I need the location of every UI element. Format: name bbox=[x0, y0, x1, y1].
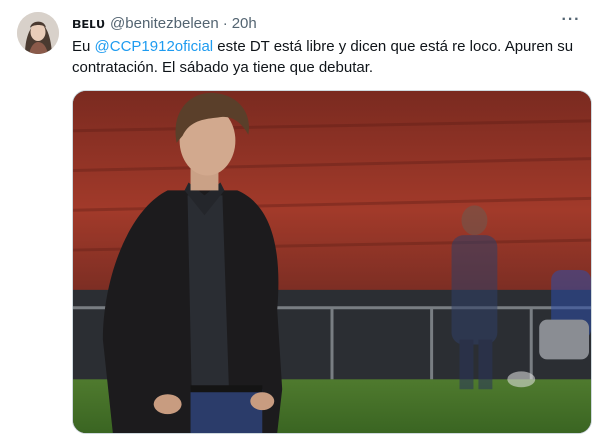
photo bbox=[73, 91, 591, 433]
display-name[interactable]: ʙᴇʟᴜ bbox=[72, 15, 105, 32]
more-horizontal-icon[interactable]: ··· bbox=[560, 10, 582, 30]
mention-link[interactable]: @CCP1912oficial bbox=[95, 38, 214, 55]
tweet-text-prefix: Eu bbox=[72, 38, 95, 55]
timestamp[interactable]: 20h bbox=[232, 15, 257, 32]
separator-dot: · bbox=[222, 14, 228, 32]
tweet[interactable]: ʙᴇʟᴜ @benitezbeleen · 20h ··· Eu @CCP191… bbox=[0, 0, 600, 443]
tweet-text: Eu @CCP1912oficial este DT está libre y … bbox=[72, 36, 582, 78]
more-label: ··· bbox=[561, 11, 581, 28]
tweet-header: ʙᴇʟᴜ @benitezbeleen · 20h bbox=[72, 12, 257, 34]
user-handle[interactable]: @benitezbeleen bbox=[110, 15, 219, 32]
tweet-media-image[interactable] bbox=[72, 90, 592, 434]
avatar[interactable] bbox=[17, 12, 59, 54]
avatar-image bbox=[17, 12, 59, 54]
